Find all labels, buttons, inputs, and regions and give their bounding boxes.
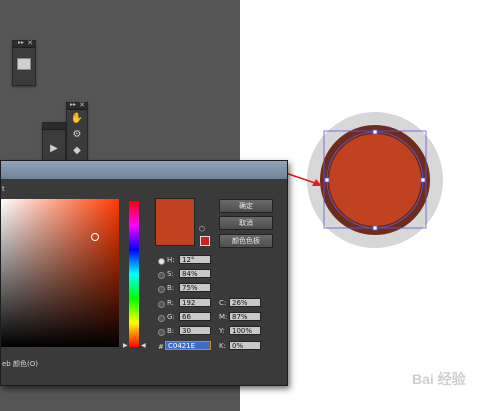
dialog-titlebar[interactable]	[1, 161, 287, 179]
color-picker-dialog[interactable]: t ▶ ◀ ⬡ 确定 取消 颜色色板 H: 12° S: 84% B: 75% …	[0, 160, 288, 386]
b-rgb-label: B:	[167, 327, 175, 335]
s-label: S:	[167, 270, 174, 278]
s-input[interactable]: 84%	[179, 269, 211, 278]
web-colors-only-label[interactable]: eb 颜色(O)	[2, 359, 38, 369]
m-input[interactable]: 87%	[229, 312, 261, 321]
anchor-point-right[interactable]	[420, 177, 426, 183]
dialog-title-fragment: t	[2, 185, 5, 193]
b-input[interactable]: 75%	[179, 283, 211, 292]
r-input[interactable]: 192	[179, 298, 211, 307]
saturation-brightness-field[interactable]	[1, 199, 119, 347]
hex-input[interactable]: C0421E	[165, 341, 211, 350]
color-picker-cursor[interactable]	[91, 233, 99, 241]
k-label: K:	[219, 342, 226, 350]
hex-label: #	[158, 343, 164, 351]
h-radio[interactable]	[158, 258, 165, 265]
c-label: C:	[219, 299, 227, 307]
watermark-text: Bai 经验	[412, 371, 467, 387]
b-label: B:	[167, 284, 175, 292]
hue-slider-right-handle[interactable]: ◀	[141, 342, 146, 349]
anchor-point-top[interactable]	[372, 129, 378, 135]
anchor-point-left[interactable]	[324, 177, 330, 183]
c-input[interactable]: 26%	[229, 298, 261, 307]
y-input[interactable]: 100%	[229, 326, 261, 335]
r-label: R:	[167, 299, 175, 307]
g-label: G:	[167, 313, 175, 321]
anchor-point-bottom[interactable]	[372, 225, 378, 231]
b-radio[interactable]	[158, 286, 165, 293]
hue-slider-left-handle[interactable]: ▶	[123, 342, 128, 349]
g-input[interactable]: 66	[179, 312, 211, 321]
m-label: M:	[219, 313, 228, 321]
b-rgb-input[interactable]: 30	[179, 326, 211, 335]
g-radio[interactable]	[158, 315, 165, 322]
h-input[interactable]: 12°	[179, 255, 211, 264]
new-color-preview	[155, 198, 195, 246]
color-swatches-button[interactable]: 颜色色板	[219, 234, 273, 248]
h-label: H:	[167, 256, 175, 264]
cancel-button[interactable]: 取消	[219, 216, 273, 230]
ok-button[interactable]: 确定	[219, 199, 273, 213]
cube-icon[interactable]: ⬡	[199, 225, 207, 233]
circle-fill[interactable]	[329, 134, 421, 226]
y-label: Y:	[219, 327, 225, 335]
web-safe-swatch[interactable]	[200, 236, 210, 246]
k-input[interactable]: 0%	[229, 341, 261, 350]
r-radio[interactable]	[158, 301, 165, 308]
b-rgb-radio[interactable]	[158, 329, 165, 336]
s-radio[interactable]	[158, 272, 165, 279]
hue-slider[interactable]	[129, 201, 139, 347]
